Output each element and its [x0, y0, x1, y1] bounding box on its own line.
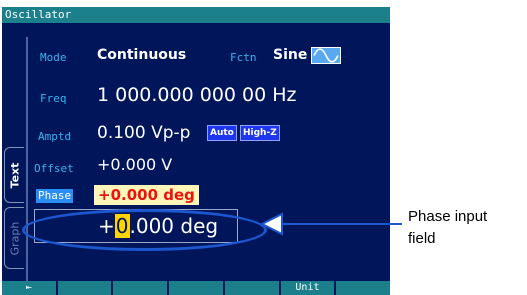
callout-line-1: Phase input: [408, 208, 488, 225]
callout-label: Phase input field: [408, 206, 487, 250]
callout-arrow: [259, 212, 402, 236]
callout-line-2: field: [408, 230, 436, 247]
